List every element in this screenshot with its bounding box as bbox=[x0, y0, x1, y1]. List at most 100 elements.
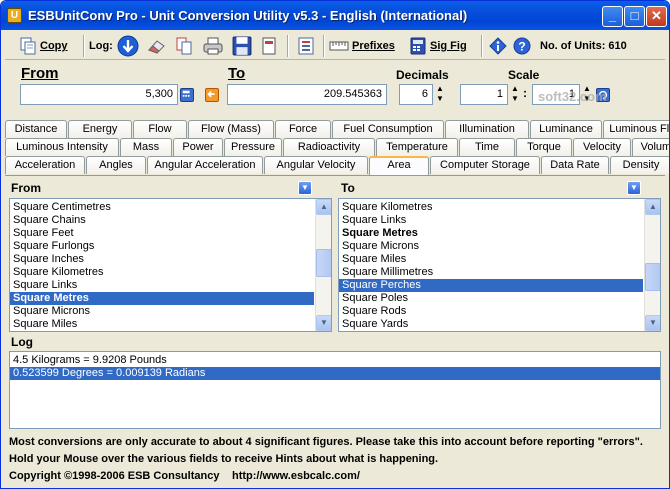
tab-mass[interactable]: Mass bbox=[120, 138, 172, 156]
pages-icon bbox=[176, 37, 192, 55]
list-item[interactable]: Square Chains bbox=[10, 214, 314, 227]
tab-acceleration[interactable]: Acceleration bbox=[5, 156, 85, 174]
tab-computer-storage[interactable]: Computer Storage bbox=[430, 156, 540, 174]
swap-button[interactable] bbox=[205, 88, 219, 102]
tab-angles[interactable]: Angles bbox=[86, 156, 146, 174]
options-button[interactable] bbox=[297, 35, 318, 57]
print-log-button[interactable] bbox=[203, 35, 226, 57]
list-item[interactable]: Square Links bbox=[10, 279, 314, 292]
tab-illumination[interactable]: Illumination bbox=[445, 120, 529, 138]
save-log-button[interactable] bbox=[232, 35, 255, 57]
scroll-up-icon[interactable]: ▲ bbox=[316, 199, 331, 215]
tab-density[interactable]: Density bbox=[610, 156, 669, 174]
log-entry[interactable]: 4.5 Kilograms = 9.9208 Pounds bbox=[10, 354, 660, 367]
log-page-button[interactable] bbox=[260, 35, 281, 57]
toolbar: Copy Log: Prefixes Sig Fig ? No. of Unit… bbox=[5, 32, 665, 60]
list-item[interactable]: Square Links bbox=[339, 214, 643, 227]
prefixes-button[interactable]: Prefixes bbox=[329, 35, 395, 57]
tab-power[interactable]: Power bbox=[173, 138, 223, 156]
minimize-icon[interactable]: _ bbox=[602, 6, 623, 27]
list-icon bbox=[298, 37, 314, 55]
scroll-down-icon[interactable]: ▼ bbox=[316, 315, 331, 331]
maximize-icon[interactable]: □ bbox=[624, 6, 645, 27]
help-icon: ? bbox=[513, 37, 531, 55]
list-item[interactable]: Square Miles bbox=[339, 253, 643, 266]
list-item[interactable]: Square Metres bbox=[339, 227, 643, 240]
title-bar[interactable]: U ESBUnitConv Pro - Unit Conversion Util… bbox=[1, 1, 669, 30]
tab-luminous-flux[interactable]: Luminous Flux bbox=[603, 120, 669, 138]
list-item[interactable]: Square Metres bbox=[10, 292, 314, 305]
tab-area[interactable]: Area bbox=[369, 156, 429, 175]
scroll-thumb[interactable] bbox=[645, 263, 660, 291]
website-link[interactable]: http://www.esbcalc.com/ bbox=[232, 470, 360, 482]
tab-fuel-consumption[interactable]: Fuel Consumption bbox=[332, 120, 444, 138]
from-unit-items: Square Centimetres Square Chains Square Fe… bbox=[10, 199, 331, 331]
list-item[interactable]: Square Kilometres bbox=[339, 201, 643, 214]
list-item[interactable]: Square Furlongs bbox=[10, 240, 314, 253]
about-button[interactable] bbox=[489, 35, 510, 57]
chevron-down-icon[interactable]: ▼ bbox=[627, 181, 641, 195]
sig-fig-label: Sig Fig bbox=[430, 40, 467, 52]
clear-log-button[interactable] bbox=[147, 35, 170, 57]
from-list-scrollbar[interactable]: ▲ ▼ bbox=[315, 199, 331, 331]
log-list[interactable]: 4.5 Kilograms = 9.9208 Pounds 0.523599 De… bbox=[9, 351, 661, 429]
tab-distance[interactable]: Distance bbox=[5, 120, 67, 138]
tab-data-rate[interactable]: Data Rate bbox=[541, 156, 609, 174]
list-item[interactable]: Square Kilometres bbox=[10, 266, 314, 279]
chevron-down-icon[interactable]: ▼ bbox=[298, 181, 312, 195]
log-down-button[interactable] bbox=[117, 35, 142, 57]
scale-input-1[interactable]: 1 bbox=[460, 84, 508, 105]
close-icon[interactable]: ✕ bbox=[646, 6, 667, 27]
list-item[interactable]: Square Yards bbox=[339, 318, 643, 331]
tab-pressure[interactable]: Pressure bbox=[224, 138, 282, 156]
list-item[interactable]: Square Centimetres bbox=[10, 201, 314, 214]
list-item[interactable]: Square Microns bbox=[10, 305, 314, 318]
decimals-spinner[interactable]: ▲ ▼ bbox=[435, 84, 445, 105]
copy-icon bbox=[20, 37, 36, 55]
log-entry[interactable]: 0.523599 Degrees = 0.009139 Radians bbox=[10, 367, 660, 380]
scroll-thumb[interactable] bbox=[316, 249, 331, 277]
decimals-input[interactable]: 6 bbox=[399, 84, 433, 105]
tab-angular-acceleration[interactable]: Angular Acceleration bbox=[147, 156, 263, 174]
list-item[interactable]: Square Millimetres bbox=[339, 266, 643, 279]
help-button[interactable]: ? bbox=[513, 35, 534, 57]
list-item[interactable]: Square Microns bbox=[339, 240, 643, 253]
list-item[interactable]: Square Rods bbox=[339, 305, 643, 318]
conversion-panel: From 5,300 To 209.545363 Decimals 6 ▲ ▼ S… bbox=[5, 61, 665, 113]
tab-force[interactable]: Force bbox=[275, 120, 331, 138]
list-item[interactable]: Square Miles bbox=[10, 318, 314, 331]
from-list-label: From bbox=[11, 181, 41, 195]
prefixes-label: Prefixes bbox=[352, 40, 395, 52]
list-item[interactable]: Square Poles bbox=[339, 292, 643, 305]
tab-baseline bbox=[5, 175, 665, 176]
scroll-down-icon[interactable]: ▼ bbox=[645, 315, 660, 331]
tab-volume[interactable]: Volume bbox=[632, 138, 669, 156]
tab-torque[interactable]: Torque bbox=[516, 138, 572, 156]
category-tabs: Distance Energy Flow Flow (Mass) Force Fuel C… bbox=[5, 120, 669, 176]
tab-velocity[interactable]: Velocity bbox=[573, 138, 631, 156]
list-item[interactable]: Square Inches bbox=[10, 253, 314, 266]
tab-time[interactable]: Time bbox=[459, 138, 515, 156]
tab-angular-velocity[interactable]: Angular Velocity bbox=[264, 156, 368, 174]
scale-spinner-1[interactable]: ▲ ▼ bbox=[510, 84, 520, 105]
copy-button[interactable]: Copy bbox=[19, 35, 68, 57]
from-unit-list[interactable]: Square Centimetres Square Chains Square Fe… bbox=[9, 198, 332, 332]
to-value-output[interactable]: 209.545363 bbox=[227, 84, 387, 105]
scroll-up-icon[interactable]: ▲ bbox=[645, 199, 660, 215]
tab-temperature[interactable]: Temperature bbox=[376, 138, 458, 156]
to-list-scrollbar[interactable]: ▲ ▼ bbox=[644, 199, 660, 331]
sig-fig-button[interactable]: Sig Fig bbox=[409, 35, 467, 57]
tab-energy[interactable]: Energy bbox=[68, 120, 132, 138]
to-unit-list[interactable]: Square Kilometres Square Links Square Metr… bbox=[338, 198, 661, 332]
from-value-input[interactable]: 5,300 bbox=[20, 84, 178, 105]
tab-radioactivity[interactable]: Radioactivity bbox=[283, 138, 375, 156]
copy-log-button[interactable] bbox=[175, 35, 196, 57]
calculator-button[interactable] bbox=[180, 88, 194, 102]
tab-flow[interactable]: Flow bbox=[133, 120, 187, 138]
list-item[interactable]: Square Feet bbox=[10, 227, 314, 240]
tab-luminance[interactable]: Luminance bbox=[530, 120, 602, 138]
tab-flow-mass[interactable]: Flow (Mass) bbox=[188, 120, 274, 138]
arrow-left-icon bbox=[207, 90, 215, 98]
list-item[interactable]: Square Perches bbox=[339, 279, 643, 292]
tab-luminous-intensity[interactable]: Luminous Intensity bbox=[5, 138, 119, 156]
